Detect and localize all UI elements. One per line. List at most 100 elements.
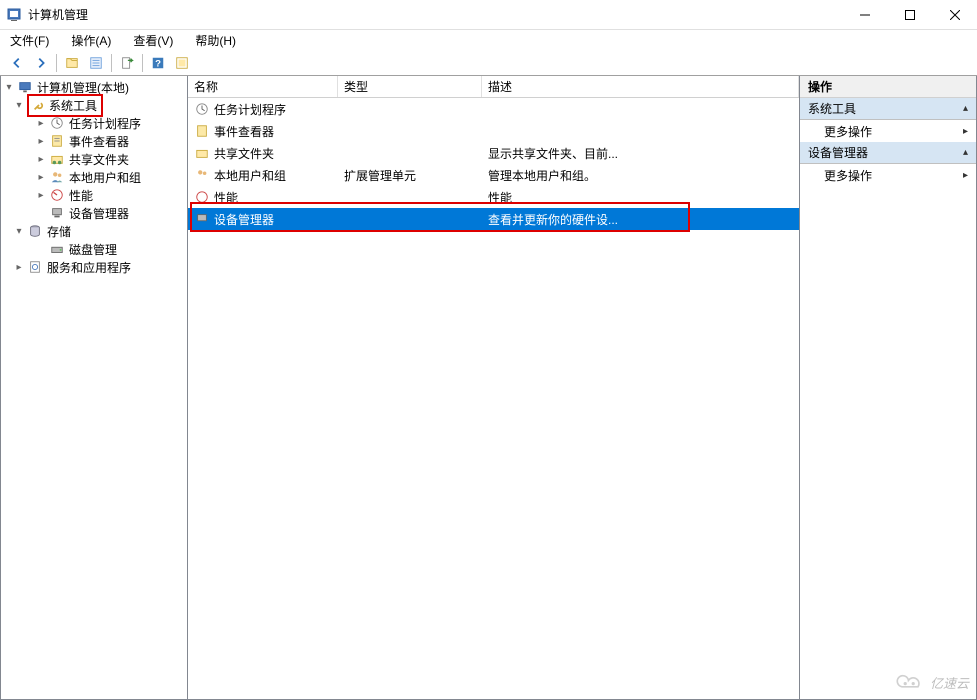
- expand-icon[interactable]: ▸: [35, 172, 47, 183]
- row-desc: 查看并更新你的硬件设...: [488, 211, 618, 228]
- menubar: 文件(F) 操作(A) 查看(V) 帮助(H): [0, 30, 977, 50]
- list-body[interactable]: 任务计划程序 事件查看器 共享文件夹 显示共享文件夹、目前... 本地用户和组 …: [188, 98, 799, 699]
- tree-services-apps-label: 服务和应用程序: [45, 259, 133, 276]
- disk-icon: [49, 241, 65, 257]
- list-row-shared-folders[interactable]: 共享文件夹 显示共享文件夹、目前...: [188, 142, 799, 164]
- expand-icon[interactable]: ▸: [35, 136, 47, 147]
- col-desc[interactable]: 描述: [482, 76, 799, 97]
- window-title: 计算机管理: [28, 6, 88, 23]
- row-name: 任务计划程序: [214, 101, 286, 118]
- tree-shared-folders-label: 共享文件夹: [67, 151, 131, 168]
- tree-panel[interactable]: ▾ 计算机管理(本地) ▾ 系统工具 ▸ 任务计划程序: [0, 76, 188, 700]
- tree-device-manager-label: 设备管理器: [67, 205, 131, 222]
- expand-icon[interactable]: ▸: [35, 154, 47, 165]
- properties-button[interactable]: [85, 52, 107, 74]
- tree-system-tools-label: 系统工具: [47, 97, 99, 114]
- list-row-local-users[interactable]: 本地用户和组 扩展管理单元 管理本地用户和组。: [188, 164, 799, 186]
- row-type: 扩展管理单元: [344, 167, 416, 184]
- app-icon: [6, 7, 22, 23]
- col-type[interactable]: 类型: [338, 76, 482, 97]
- refresh-button[interactable]: ?: [147, 52, 169, 74]
- services-icon: [27, 259, 43, 275]
- tree-disk-mgmt-label: 磁盘管理: [67, 241, 119, 258]
- watermark: 亿速云: [894, 672, 969, 692]
- row-name: 共享文件夹: [214, 145, 274, 162]
- menu-help[interactable]: 帮助(H): [191, 30, 240, 51]
- help-button[interactable]: [171, 52, 193, 74]
- window-controls: [842, 0, 977, 30]
- row-desc: 性能: [488, 189, 512, 206]
- tree-system-tools[interactable]: ▾ 系统工具: [13, 96, 185, 114]
- svg-text:?: ?: [155, 58, 161, 69]
- action-section-title-label: 系统工具: [808, 100, 856, 117]
- tree-shared-folders[interactable]: ▸ 共享文件夹: [35, 150, 185, 168]
- tools-icon: [31, 97, 47, 113]
- action-more-1[interactable]: 更多操作 ▸: [800, 164, 976, 186]
- row-name: 事件查看器: [214, 123, 274, 140]
- tree-performance[interactable]: ▸ 性能: [35, 186, 185, 204]
- menu-action[interactable]: 操作(A): [67, 30, 115, 51]
- row-name: 设备管理器: [214, 211, 274, 228]
- list-row-performance[interactable]: 性能 性能: [188, 186, 799, 208]
- list-row-task-scheduler[interactable]: 任务计划程序: [188, 98, 799, 120]
- users-icon: [49, 169, 65, 185]
- performance-icon: [49, 187, 65, 203]
- clock-icon: [194, 101, 210, 117]
- maximize-button[interactable]: [887, 0, 932, 30]
- shared-folder-icon: [194, 145, 210, 161]
- tree-disk-mgmt[interactable]: ▸ 磁盘管理: [35, 240, 185, 258]
- tree-task-scheduler[interactable]: ▸ 任务计划程序: [35, 114, 185, 132]
- row-desc: 管理本地用户和组。: [488, 167, 596, 184]
- expand-icon[interactable]: ▸: [35, 190, 47, 201]
- tree-event-viewer[interactable]: ▸ 事件查看器: [35, 132, 185, 150]
- actions-header: 操作: [800, 76, 976, 98]
- tree-services-apps[interactable]: ▸ 服务和应用程序: [13, 258, 185, 276]
- row-name: 本地用户和组: [214, 167, 286, 184]
- expand-icon[interactable]: ▸: [35, 118, 47, 129]
- collapse-icon[interactable]: ▾: [13, 226, 25, 237]
- main-area: ▾ 计算机管理(本地) ▾ 系统工具 ▸ 任务计划程序: [0, 76, 977, 700]
- list-row-event-viewer[interactable]: 事件查看器: [188, 120, 799, 142]
- export-button[interactable]: [116, 52, 138, 74]
- list-row-device-manager[interactable]: 设备管理器 查看并更新你的硬件设...: [188, 208, 799, 230]
- forward-button[interactable]: [30, 52, 52, 74]
- chevron-right-icon: ▸: [963, 170, 968, 181]
- device-icon: [49, 205, 65, 221]
- watermark-text: 亿速云: [930, 673, 969, 692]
- tree-local-users[interactable]: ▸ 本地用户和组: [35, 168, 185, 186]
- action-section-system-tools[interactable]: 系统工具 ▴: [800, 98, 976, 120]
- menu-file[interactable]: 文件(F): [6, 30, 53, 51]
- tree-task-scheduler-label: 任务计划程序: [67, 115, 143, 132]
- shared-folder-icon: [49, 151, 65, 167]
- expand-icon[interactable]: ▸: [13, 262, 25, 273]
- event-icon: [49, 133, 65, 149]
- list-panel: 名称 类型 描述 任务计划程序 事件查看器 共享文件夹 显示共享文件夹、目前..…: [188, 76, 800, 700]
- titlebar: 计算机管理: [0, 0, 977, 30]
- minimize-button[interactable]: [842, 0, 887, 30]
- tree-storage-label: 存储: [45, 223, 73, 240]
- tree-local-users-label: 本地用户和组: [67, 169, 143, 186]
- tree-storage[interactable]: ▾ 存储: [13, 222, 185, 240]
- row-desc: 显示共享文件夹、目前...: [488, 145, 618, 162]
- action-section-device-manager[interactable]: 设备管理器 ▴: [800, 142, 976, 164]
- tree-event-viewer-label: 事件查看器: [67, 133, 131, 150]
- event-icon: [194, 123, 210, 139]
- performance-icon: [194, 189, 210, 205]
- menu-view[interactable]: 查看(V): [129, 30, 177, 51]
- chevron-up-icon: ▴: [963, 103, 968, 114]
- back-button[interactable]: [6, 52, 28, 74]
- collapse-icon[interactable]: ▾: [13, 100, 25, 111]
- col-name[interactable]: 名称: [188, 76, 338, 97]
- close-button[interactable]: [932, 0, 977, 30]
- list-header: 名称 类型 描述: [188, 76, 799, 98]
- tree-device-manager[interactable]: ▸ 设备管理器: [35, 204, 185, 222]
- toolbar: ?: [0, 50, 977, 76]
- action-more-0[interactable]: 更多操作 ▸: [800, 120, 976, 142]
- show-hide-button[interactable]: [61, 52, 83, 74]
- action-item-label: 更多操作: [824, 123, 872, 140]
- collapse-icon[interactable]: ▾: [3, 82, 15, 93]
- storage-icon: [27, 223, 43, 239]
- chevron-up-icon: ▴: [963, 147, 968, 158]
- users-icon: [194, 167, 210, 183]
- row-name: 性能: [214, 189, 238, 206]
